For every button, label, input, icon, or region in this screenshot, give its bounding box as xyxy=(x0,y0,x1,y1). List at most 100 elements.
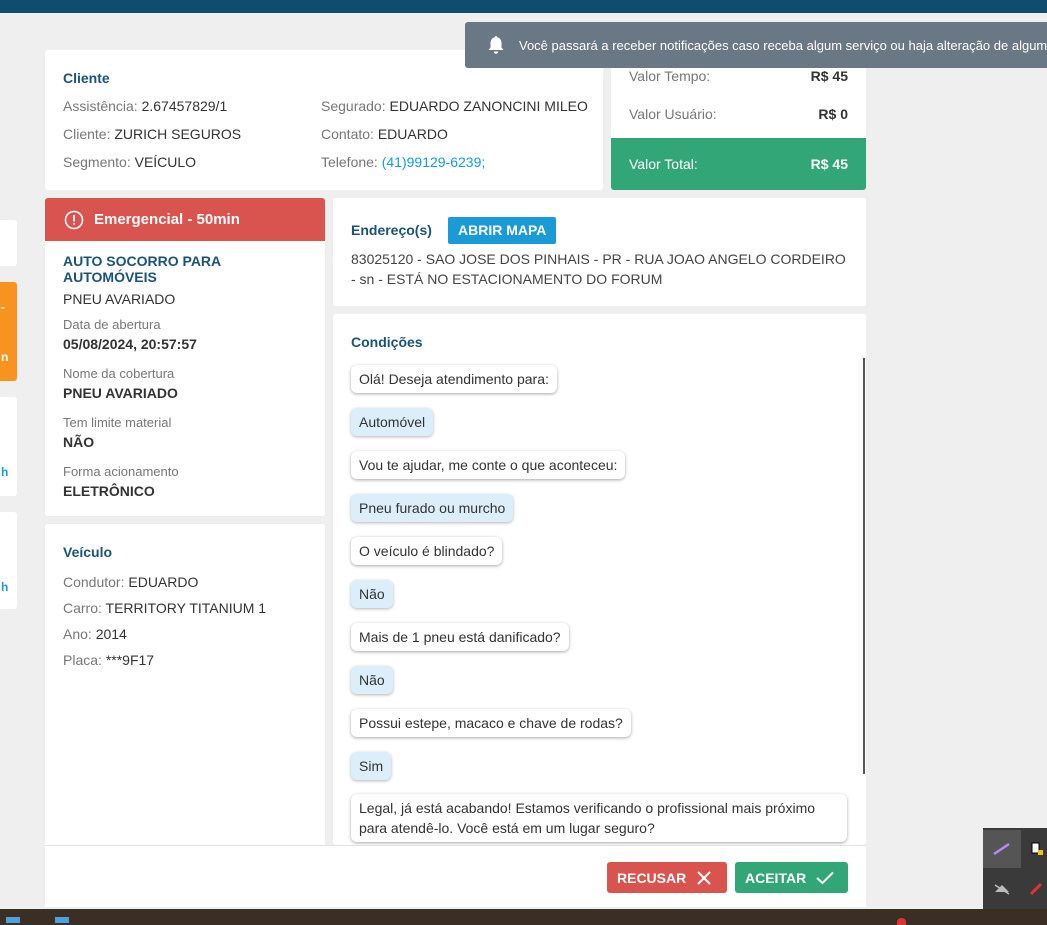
limite-field: Tem limite material NÃO xyxy=(63,415,307,450)
carro-label: Carro: xyxy=(63,600,102,616)
delete-icon[interactable] xyxy=(1025,870,1047,908)
taskbar-app-icon[interactable] xyxy=(55,917,69,923)
endereco-card: Endereço(s) ABRIR MAPA 83025120 - SAO JO… xyxy=(333,198,866,306)
contato-field: Contato: EDUARDO xyxy=(321,126,448,142)
carro-field: Carro: TERRITORY TITANIUM 1 xyxy=(63,600,307,616)
toast-text: Você passará a receber notificações caso… xyxy=(519,37,1047,53)
chat-bubble-question: Mais de 1 pneu está danificado? xyxy=(351,623,569,651)
segmento-value: VEÍCULO xyxy=(134,154,197,170)
carro-value: TERRITORY TITANIUM 1 xyxy=(105,600,267,616)
taskbar-app-icon[interactable] xyxy=(6,917,20,923)
chat-bubble-answer: Não xyxy=(351,666,393,694)
limite-label: Tem limite material xyxy=(63,415,172,430)
telefone-label: Telefone: xyxy=(321,154,378,170)
cobertura-label: Nome da cobertura xyxy=(63,366,175,381)
valor-total-label: Valor Total: xyxy=(629,156,698,172)
servico-card: Emergencial - 50min AUTO SOCORRO PARA AU… xyxy=(45,198,325,516)
cliente-label: Cliente: xyxy=(63,126,111,142)
side-card-4[interactable]: h xyxy=(0,512,17,609)
condicoes-card: Condições Olá! Deseja atendimento para: … xyxy=(333,314,866,845)
cobertura-field: Nome da cobertura PNEU AVARIADO xyxy=(63,366,307,401)
limite-value: NÃO xyxy=(63,434,95,450)
abrir-mapa-button[interactable]: ABRIR MAPA xyxy=(448,217,557,244)
chat-bubble-question: O veículo é blindado? xyxy=(351,537,503,565)
valor-usuario-row: Valor Usuário: R$ 0 xyxy=(611,95,866,133)
forma-value: ELETRÔNICO xyxy=(63,483,155,499)
os-taskbar xyxy=(0,909,1047,925)
valores-card: Valor Tempo: R$ 45 Valor Usuário: R$ 0 V… xyxy=(611,50,866,190)
placa-value: ***9F17 xyxy=(105,652,155,668)
data-abertura-value: 05/08/2024, 20:57:57 xyxy=(63,336,197,352)
placa-field: Placa: ***9F17 xyxy=(63,652,307,668)
close-icon xyxy=(697,870,711,885)
side-card-1[interactable] xyxy=(0,220,17,266)
recusar-label: RECUSAR xyxy=(617,869,687,886)
contato-label: Contato: xyxy=(321,126,374,142)
contato-value: EDUARDO xyxy=(377,126,448,142)
ano-field: Ano: 2014 xyxy=(63,626,307,642)
info-icon xyxy=(64,210,84,229)
cliente-card: Cliente Assistência: 2.67457829/1 Client… xyxy=(45,50,603,190)
chat-bubble-answer: Pneu furado ou murcho xyxy=(351,494,514,522)
condutor-field: Condutor: EDUARDO xyxy=(63,574,307,590)
side-card-2[interactable]: - n xyxy=(0,282,17,381)
notification-toast[interactable]: Você passará a receber notificações caso… xyxy=(465,22,1047,68)
condicoes-scrollbar[interactable] xyxy=(863,358,865,774)
notification-badge xyxy=(897,918,906,925)
segurado-field: Segurado: EDUARDO ZANONCINI MILEO xyxy=(321,98,588,114)
segurado-label: Segurado: xyxy=(321,98,386,114)
chat-bubble-question: Olá! Deseja atendimento para: xyxy=(351,365,557,393)
cobertura-value: PNEU AVARIADO xyxy=(63,385,178,401)
valor-total-value: R$ 45 xyxy=(810,156,848,172)
chat-bubble-answer: Automóvel xyxy=(351,408,434,436)
side-card-3[interactable]: h xyxy=(0,397,17,496)
chat-bubble-answer: Sim xyxy=(351,752,392,780)
segmento-field: Segmento: VEÍCULO xyxy=(63,154,196,170)
aceitar-button[interactable]: ACEITAR xyxy=(735,862,848,893)
chat-bubble-question: Vou te ajudar, me conte o que aconteceu: xyxy=(351,451,626,479)
assistencia-value: 2.67457829/1 xyxy=(141,98,228,114)
endereco-text: 83025120 - SAO JOSE DOS PINHAIS - PR - R… xyxy=(351,251,846,287)
floating-tool-widget[interactable] xyxy=(983,828,1047,909)
pen-icon[interactable] xyxy=(983,830,1021,868)
assistencia-field: Assistência: 2.67457829/1 xyxy=(63,98,227,114)
chat-bubble-question: Legal, já está acabando! Estamos verific… xyxy=(351,794,847,842)
emergencial-text: Emergencial - 50min xyxy=(94,211,240,228)
servico-tipo: AUTO SOCORRO PARA AUTOMÓVEIS xyxy=(63,253,221,285)
veiculo-card: Veículo Condutor: EDUARDO Carro: TERRITO… xyxy=(45,524,325,849)
data-abertura-label: Data de abertura xyxy=(63,317,161,332)
valor-total-row: Valor Total: R$ 45 xyxy=(611,138,866,190)
valor-usuario-label: Valor Usuário: xyxy=(629,106,717,122)
veiculo-title: Veículo xyxy=(63,544,113,560)
side-card-2-text-b: n xyxy=(1,350,9,364)
ano-value: 2014 xyxy=(95,626,127,642)
aceitar-label: ACEITAR xyxy=(745,869,807,886)
side-card-3-text: h xyxy=(1,465,9,479)
servico-subtipo: PNEU AVARIADO xyxy=(63,291,176,307)
side-card-4-text: h xyxy=(1,580,9,594)
data-abertura-field: Data de abertura 05/08/2024, 20:57:57 xyxy=(63,317,307,352)
chat-bubble-question: Possui estepe, macaco e chave de rodas? xyxy=(351,709,631,737)
cliente-title: Cliente xyxy=(63,70,110,86)
forma-label: Forma acionamento xyxy=(63,464,179,479)
segmento-label: Segmento: xyxy=(63,154,131,170)
action-bar: RECUSAR ACEITAR xyxy=(45,845,866,907)
forma-field: Forma acionamento ELETRÔNICO xyxy=(63,464,307,499)
telefone-link[interactable]: (41)99129-6239; xyxy=(382,154,486,170)
chat-bubble-answer: Não xyxy=(351,580,393,608)
segurado-value: EDUARDO ZANONCINI MILEO xyxy=(389,98,588,114)
check-icon xyxy=(816,871,834,884)
telefone-field: Telefone: (41)99129-6239; xyxy=(321,154,485,170)
condutor-value: EDUARDO xyxy=(128,574,199,590)
condutor-label: Condutor: xyxy=(63,574,125,590)
condicoes-title: Condições xyxy=(351,334,423,350)
side-card-2-text-a: - xyxy=(1,300,5,314)
cliente-field: Cliente: ZURICH SEGUROS xyxy=(63,126,241,142)
cursor-icon[interactable] xyxy=(1025,830,1047,868)
valor-tempo-value: R$ 45 xyxy=(810,68,848,84)
top-bar xyxy=(0,0,1047,13)
placa-label: Placa: xyxy=(63,652,102,668)
eraser-icon[interactable] xyxy=(983,870,1021,908)
ano-label: Ano: xyxy=(63,626,92,642)
recusar-button[interactable]: RECUSAR xyxy=(607,862,727,893)
